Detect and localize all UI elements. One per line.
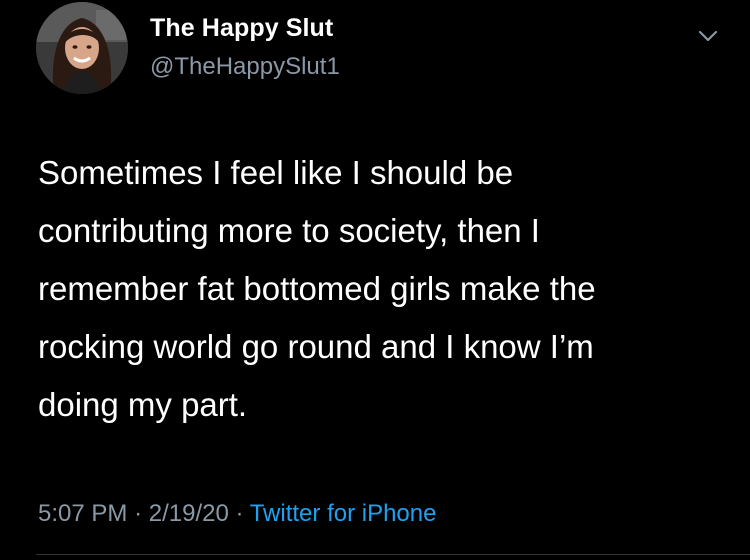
- tweet: The Happy Slut @TheHappySlut1 Sometimes …: [0, 0, 750, 560]
- separator: ·: [235, 500, 244, 527]
- tweet-date[interactable]: 2/19/20: [149, 500, 229, 527]
- tweet-text-line: contributing more to society, then I: [38, 212, 540, 249]
- avatar[interactable]: [36, 2, 128, 94]
- chevron-down-icon[interactable]: [694, 22, 722, 50]
- tweet-text-line: doing my part.: [38, 386, 248, 423]
- tweet-text: Sometimes I feel like I should be contri…: [38, 144, 728, 434]
- tweet-text-line: rocking world go round and I know I’m: [38, 328, 594, 365]
- avatar-image: [36, 2, 128, 94]
- divider: [36, 554, 750, 555]
- tweet-text-line: remember fat bottomed girls make the: [38, 270, 596, 307]
- tweet-text-line: Sometimes I feel like I should be: [38, 154, 514, 191]
- user-handle[interactable]: @TheHappySlut1: [150, 53, 340, 81]
- tweet-source-link[interactable]: Twitter for iPhone: [250, 500, 437, 527]
- separator: ·: [134, 500, 143, 527]
- tweet-metadata: 5:07 PM · 2/19/20 · Twitter for iPhone: [38, 500, 436, 528]
- display-name[interactable]: The Happy Slut: [150, 14, 333, 43]
- tweet-time[interactable]: 5:07 PM: [38, 500, 127, 527]
